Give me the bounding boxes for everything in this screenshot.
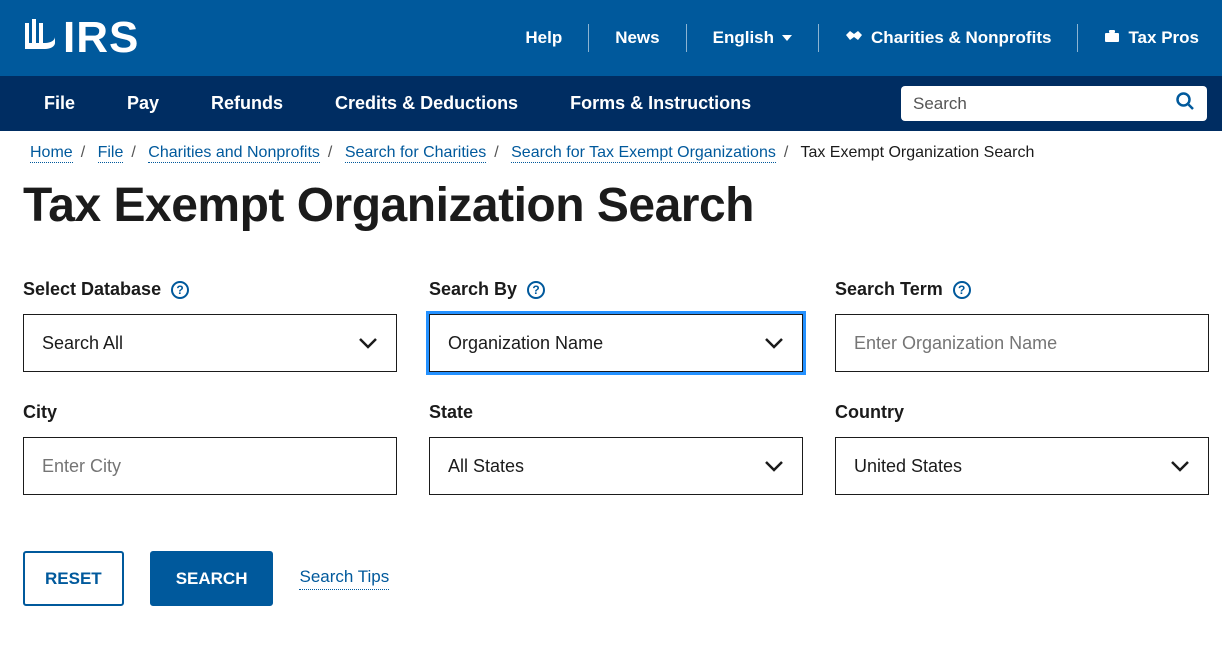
field-city: City xyxy=(23,402,397,495)
secnav-refunds[interactable]: Refunds xyxy=(211,93,283,114)
label-city: City xyxy=(23,402,397,423)
crumb-home[interactable]: Home xyxy=(30,144,73,163)
select-state[interactable]: All States xyxy=(429,437,803,495)
field-state: State All States xyxy=(429,402,803,495)
crumb-file[interactable]: File xyxy=(98,144,124,163)
topnav-taxpros-label: Tax Pros xyxy=(1128,28,1199,48)
help-icon[interactable]: ? xyxy=(953,281,971,299)
select-country-value: United States xyxy=(854,456,962,477)
irs-logo[interactable]: IRS xyxy=(23,13,139,63)
input-term-wrapper xyxy=(835,314,1209,372)
chevron-down-icon xyxy=(764,337,784,349)
topnav-taxpros[interactable]: Tax Pros xyxy=(1077,24,1199,52)
irs-logo-text: IRS xyxy=(63,13,139,63)
search-form: Select Database ? Search All Search By ?… xyxy=(0,233,1222,495)
topnav-language[interactable]: English xyxy=(686,24,818,52)
search-tips-link[interactable]: Search Tips xyxy=(299,567,389,590)
form-actions: RESET SEARCH Search Tips xyxy=(0,495,1222,636)
topnav-news[interactable]: News xyxy=(588,24,685,52)
topnav-charities-label: Charities & Nonprofits xyxy=(871,28,1051,48)
crumb-current: Tax Exempt Organization Search xyxy=(800,144,1034,161)
field-database: Select Database ? Search All xyxy=(23,279,397,372)
site-search xyxy=(901,86,1207,121)
label-term: Search Term ? xyxy=(835,279,1209,300)
topnav-charities[interactable]: Charities & Nonprofits xyxy=(818,24,1077,52)
label-database: Select Database ? xyxy=(23,279,397,300)
search-icon[interactable] xyxy=(1175,91,1195,116)
input-city[interactable] xyxy=(42,456,378,477)
briefcase-icon xyxy=(1104,28,1120,48)
top-nav: Help News English Charities & Nonprofits… xyxy=(499,0,1199,76)
crumb-search-teo[interactable]: Search for Tax Exempt Organizations xyxy=(511,144,776,163)
chevron-down-icon xyxy=(782,35,792,41)
help-icon[interactable]: ? xyxy=(527,281,545,299)
reset-button[interactable]: RESET xyxy=(23,551,124,606)
input-term[interactable] xyxy=(854,333,1190,354)
field-country: Country United States xyxy=(835,402,1209,495)
site-search-input[interactable] xyxy=(913,94,1175,114)
page-title: Tax Exempt Organization Search xyxy=(0,162,1222,233)
select-country[interactable]: United States xyxy=(835,437,1209,495)
top-header: IRS Help News English Charities & Nonpro… xyxy=(0,0,1222,76)
select-database-value: Search All xyxy=(42,333,123,354)
topnav-language-label: English xyxy=(713,28,774,48)
topnav-help[interactable]: Help xyxy=(499,24,588,52)
field-searchby: Search By ? Organization Name xyxy=(429,279,803,372)
breadcrumb: Home/ File/ Charities and Nonprofits/ Se… xyxy=(0,131,1222,162)
label-state: State xyxy=(429,402,803,423)
secnav-file[interactable]: File xyxy=(44,93,75,114)
irs-eagle-icon xyxy=(23,17,57,60)
crumb-charities[interactable]: Charities and Nonprofits xyxy=(148,144,320,163)
secnav-pay[interactable]: Pay xyxy=(127,93,159,114)
label-country: Country xyxy=(835,402,1209,423)
crumb-search-charities[interactable]: Search for Charities xyxy=(345,144,486,163)
chevron-down-icon xyxy=(764,460,784,472)
secnav-credits[interactable]: Credits & Deductions xyxy=(335,93,518,114)
help-icon[interactable]: ? xyxy=(171,281,189,299)
field-term: Search Term ? xyxy=(835,279,1209,372)
search-button[interactable]: SEARCH xyxy=(150,551,274,606)
chevron-down-icon xyxy=(358,337,378,349)
select-database[interactable]: Search All xyxy=(23,314,397,372)
secondary-nav: File Pay Refunds Credits & Deductions Fo… xyxy=(44,93,751,114)
secondary-nav-bar: File Pay Refunds Credits & Deductions Fo… xyxy=(0,76,1222,131)
select-searchby-value: Organization Name xyxy=(448,333,603,354)
chevron-down-icon xyxy=(1170,460,1190,472)
input-city-wrapper xyxy=(23,437,397,495)
secnav-forms[interactable]: Forms & Instructions xyxy=(570,93,751,114)
label-searchby: Search By ? xyxy=(429,279,803,300)
handshake-icon xyxy=(845,28,863,48)
select-searchby[interactable]: Organization Name xyxy=(429,314,803,372)
select-state-value: All States xyxy=(448,456,524,477)
